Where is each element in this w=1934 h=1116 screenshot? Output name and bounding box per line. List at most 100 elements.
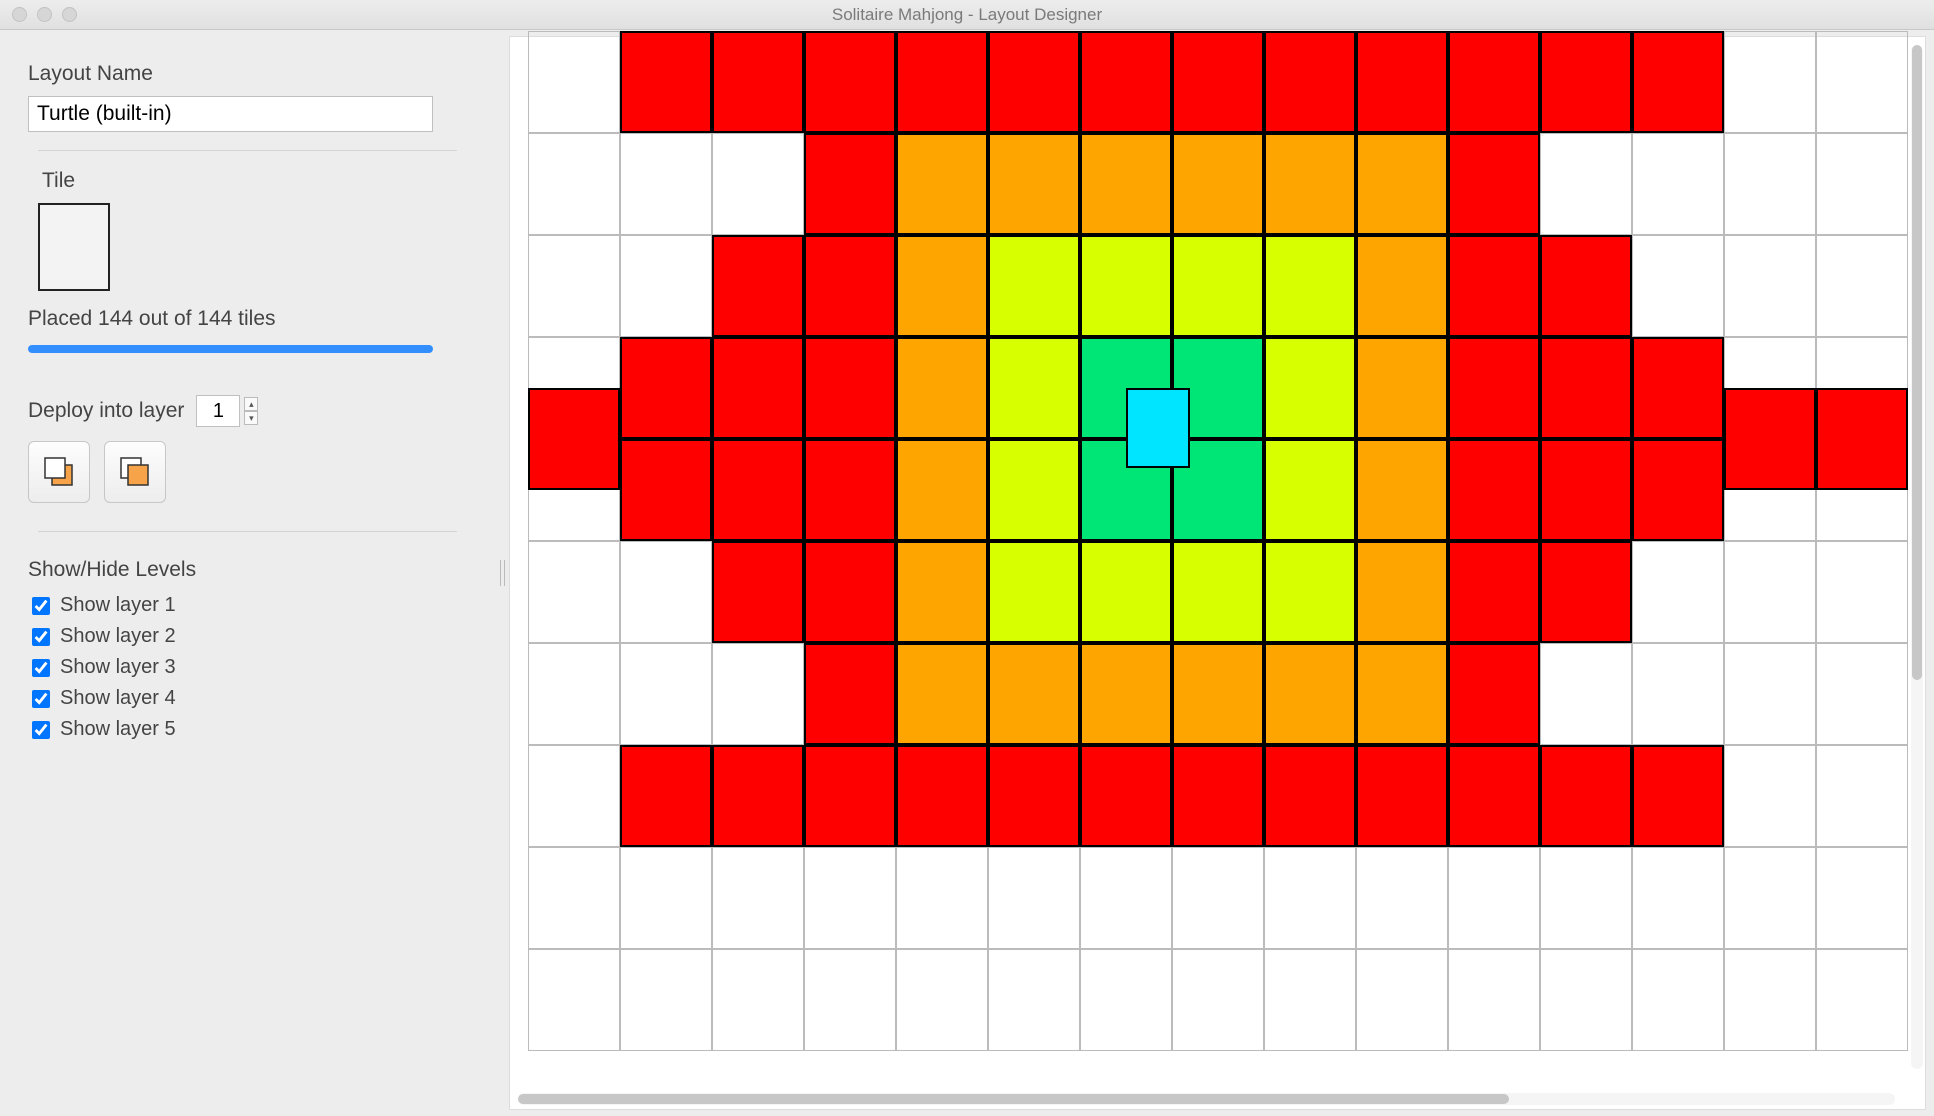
tile-c3[interactable]: [1264, 541, 1356, 643]
tile-c1[interactable]: [1448, 745, 1540, 847]
grid-cell[interactable]: [620, 643, 712, 745]
grid-cell[interactable]: [1816, 235, 1908, 337]
grid-cell[interactable]: [1632, 541, 1724, 643]
pane-resize-handle[interactable]: [495, 30, 509, 1116]
grid-cell[interactable]: [1724, 847, 1816, 949]
tile-c3[interactable]: [1172, 235, 1264, 337]
tile-c1[interactable]: [1356, 31, 1448, 133]
grid-cell[interactable]: [1540, 847, 1632, 949]
grid-cell[interactable]: [1632, 949, 1724, 1051]
grid-cell[interactable]: [1540, 949, 1632, 1051]
grid-cell[interactable]: [896, 949, 988, 1051]
tile-c1[interactable]: [1540, 541, 1632, 643]
grid-cell[interactable]: [528, 745, 620, 847]
grid-cell[interactable]: [1724, 235, 1816, 337]
tile-c2[interactable]: [1356, 133, 1448, 235]
tile-c1[interactable]: [1264, 745, 1356, 847]
tile-c1[interactable]: [1540, 439, 1632, 541]
grid-cell[interactable]: [1448, 847, 1540, 949]
tile-c1[interactable]: [1448, 439, 1540, 541]
grid-cell[interactable]: [1816, 541, 1908, 643]
grid-cell[interactable]: [1724, 133, 1816, 235]
tile-c3[interactable]: [1264, 337, 1356, 439]
tile-c1[interactable]: [1632, 31, 1724, 133]
tile-c1[interactable]: [1540, 31, 1632, 133]
tile-c1[interactable]: [804, 439, 896, 541]
grid-cell[interactable]: [1080, 949, 1172, 1051]
tile-c1[interactable]: [804, 541, 896, 643]
grid-cell[interactable]: [896, 847, 988, 949]
tile-c2[interactable]: [896, 643, 988, 745]
grid-cell[interactable]: [528, 949, 620, 1051]
tile-c3[interactable]: [1264, 235, 1356, 337]
grid-cell[interactable]: [1724, 949, 1816, 1051]
spinner-down-icon[interactable]: ▾: [244, 411, 258, 425]
tile-c3[interactable]: [988, 337, 1080, 439]
tile-c2[interactable]: [1356, 337, 1448, 439]
tile-c1[interactable]: [896, 745, 988, 847]
tile-c2[interactable]: [896, 235, 988, 337]
tile-c3[interactable]: [1264, 439, 1356, 541]
grid-cell[interactable]: [1816, 643, 1908, 745]
tile-c1[interactable]: [804, 337, 896, 439]
grid-cell[interactable]: [528, 643, 620, 745]
tile-c1[interactable]: [1540, 745, 1632, 847]
grid-cell[interactable]: [1724, 745, 1816, 847]
tile-c1[interactable]: [804, 643, 896, 745]
tile-c1[interactable]: [1540, 235, 1632, 337]
grid-cell[interactable]: [528, 541, 620, 643]
deploy-layer-input[interactable]: [196, 395, 240, 427]
tile-c2[interactable]: [1172, 643, 1264, 745]
grid-cell[interactable]: [1816, 745, 1908, 847]
tile-c1[interactable]: [1448, 643, 1540, 745]
grid-cell[interactable]: [1448, 949, 1540, 1051]
tile-c2[interactable]: [896, 439, 988, 541]
tile-c1[interactable]: [804, 235, 896, 337]
tile-c2[interactable]: [1080, 133, 1172, 235]
grid-cell[interactable]: [1724, 643, 1816, 745]
grid-cell[interactable]: [988, 847, 1080, 949]
tile-c1[interactable]: [1448, 133, 1540, 235]
tile-c2[interactable]: [1356, 439, 1448, 541]
tile-c2[interactable]: [1172, 133, 1264, 235]
tile-c1[interactable]: [712, 439, 804, 541]
bring-forward-button[interactable]: [28, 441, 90, 503]
grid-cell[interactable]: [988, 949, 1080, 1051]
tile-c1[interactable]: [1540, 337, 1632, 439]
grid-cell[interactable]: [1264, 949, 1356, 1051]
grid-cell[interactable]: [1724, 541, 1816, 643]
tile-c1[interactable]: [1448, 541, 1540, 643]
tile-c3[interactable]: [1172, 541, 1264, 643]
tile-c1[interactable]: [528, 388, 620, 490]
grid-cell[interactable]: [712, 133, 804, 235]
show-layer-1-checkbox[interactable]: Show layer 1: [28, 590, 467, 621]
grid-cell[interactable]: [528, 31, 620, 133]
show-layer-4-input[interactable]: [32, 690, 50, 708]
grid-cell[interactable]: [804, 949, 896, 1051]
show-layer-4-checkbox[interactable]: Show layer 4: [28, 683, 467, 714]
grid-cell[interactable]: [712, 847, 804, 949]
tile-c1[interactable]: [1172, 31, 1264, 133]
tile-c1[interactable]: [1356, 745, 1448, 847]
grid-cell[interactable]: [1264, 847, 1356, 949]
grid-cell[interactable]: [620, 541, 712, 643]
tile-c2[interactable]: [896, 541, 988, 643]
tile-c1[interactable]: [1172, 745, 1264, 847]
grid-cell[interactable]: [804, 847, 896, 949]
tile-c1[interactable]: [712, 235, 804, 337]
tile-c1[interactable]: [712, 541, 804, 643]
grid-cell[interactable]: [1816, 133, 1908, 235]
grid-cell[interactable]: [1632, 133, 1724, 235]
tile-c2[interactable]: [1356, 541, 1448, 643]
tile-c1[interactable]: [1816, 388, 1908, 490]
grid-cell[interactable]: [1816, 31, 1908, 133]
tile-c3[interactable]: [1080, 541, 1172, 643]
grid-cell[interactable]: [712, 949, 804, 1051]
send-backward-button[interactable]: [104, 441, 166, 503]
tile-c3[interactable]: [988, 541, 1080, 643]
grid-cell[interactable]: [1540, 643, 1632, 745]
tile-c5[interactable]: [1126, 388, 1190, 468]
grid-cell[interactable]: [1632, 847, 1724, 949]
design-canvas[interactable]: [509, 36, 1926, 1110]
grid-cell[interactable]: [620, 847, 712, 949]
